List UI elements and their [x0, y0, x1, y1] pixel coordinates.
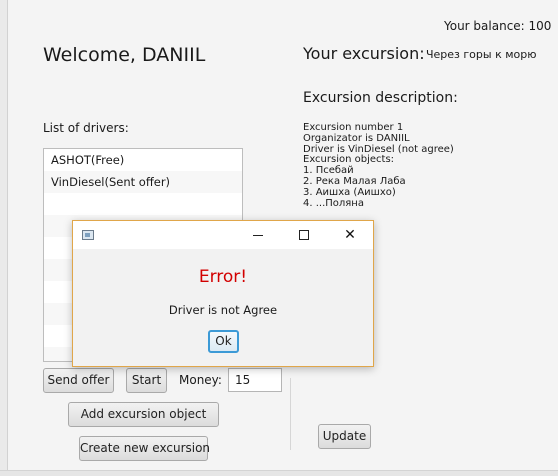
send-offer-button[interactable]: Send offer — [43, 368, 114, 393]
description-line: Organizator is DANIIL — [303, 132, 410, 144]
list-item-empty[interactable] — [44, 193, 242, 215]
money-label: Money: — [179, 373, 222, 387]
app-window-icon — [82, 230, 94, 240]
window-bottom-edge — [0, 470, 558, 476]
maximize-button[interactable] — [281, 221, 327, 249]
description-line: 4. ...Поляна — [303, 197, 364, 209]
start-button[interactable]: Start — [126, 368, 167, 393]
money-input[interactable] — [228, 368, 282, 392]
close-button[interactable]: ✕ — [327, 221, 373, 249]
your-excursion-label: Your excursion: — [303, 44, 425, 63]
description-line — [303, 209, 548, 220]
description-line: 3. Аишха (Аишхо) — [303, 186, 396, 198]
window-left-border — [0, 0, 8, 475]
welcome-heading: Welcome, DANIIL — [43, 44, 206, 66]
list-item[interactable]: VinDiesel(Sent offer) — [44, 171, 242, 193]
dialog-error-title: Error! — [198, 267, 248, 287]
maximize-icon — [299, 230, 309, 240]
drivers-list-label: List of drivers: — [43, 121, 129, 135]
vertical-divider — [290, 378, 291, 450]
balance-text: Your balance: 100 — [444, 19, 552, 33]
excursion-description-label: Excursion description: — [303, 90, 458, 106]
create-new-excursion-button[interactable]: Create new excursion — [79, 436, 210, 461]
ok-button[interactable]: Ok — [208, 330, 239, 353]
list-item[interactable]: ASHOT(Free) — [44, 149, 242, 171]
dialog-titlebar[interactable]: ✕ — [73, 221, 373, 249]
your-excursion-name: Через горы к морю — [426, 48, 537, 61]
update-button[interactable]: Update — [318, 424, 371, 449]
error-dialog: ✕ Error! Driver is not Agree Ok — [72, 220, 374, 367]
minimize-icon — [253, 235, 263, 236]
close-icon: ✕ — [344, 227, 356, 243]
add-excursion-object-button[interactable]: Add excursion object — [68, 402, 219, 427]
minimize-button[interactable] — [235, 221, 281, 249]
dialog-error-message: Driver is not Agree — [168, 303, 278, 317]
